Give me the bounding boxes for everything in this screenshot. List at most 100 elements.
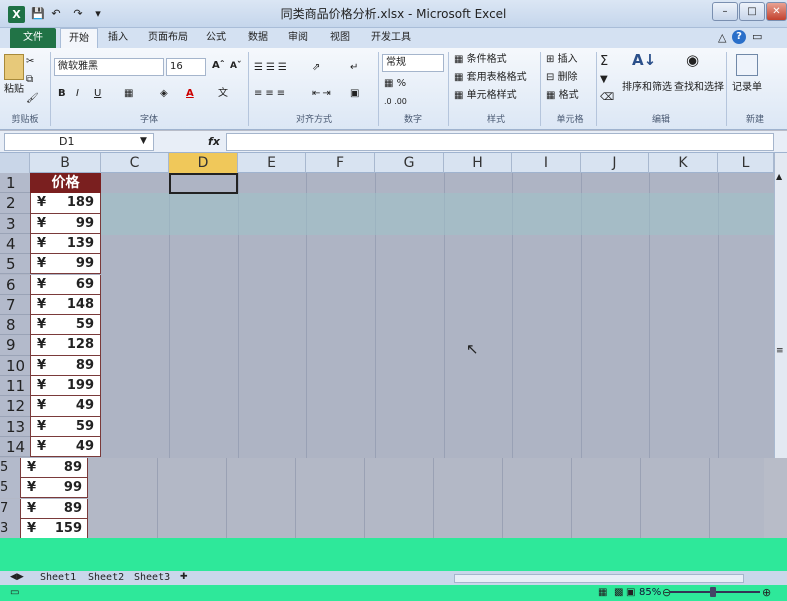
price-cell[interactable]: ¥99 <box>20 478 88 499</box>
tab-view[interactable]: 视图 <box>326 28 354 48</box>
currency-format-icon[interactable]: ▦ % <box>384 76 406 92</box>
bold-icon[interactable]: B <box>58 86 66 102</box>
price-cell[interactable]: ¥59 <box>30 416 101 437</box>
sort-filter-icon[interactable]: A↓ <box>632 52 656 68</box>
format-as-table-button[interactable]: ▦ 套用表格格式 <box>454 70 527 86</box>
sheet-tab-sheet3[interactable]: Sheet3 <box>134 571 170 585</box>
borders-icon[interactable]: ▦ <box>124 86 133 102</box>
grow-font-icon[interactable]: Aˆ <box>212 58 225 74</box>
price-cell[interactable]: ¥148 <box>30 294 101 316</box>
row-header[interactable]: 2 <box>0 193 30 214</box>
shrink-font-icon[interactable]: Aˇ <box>230 58 241 74</box>
page-break-view-icon[interactable]: ▣ <box>626 587 635 598</box>
sort-filter-button[interactable]: 排序和筛选 <box>622 80 672 96</box>
row-header[interactable]: 8 <box>0 315 30 336</box>
conditional-format-button[interactable]: ▦ 条件格式 <box>454 52 507 68</box>
price-cell[interactable]: ¥49 <box>30 436 101 458</box>
row-header[interactable]: 7 <box>0 498 20 519</box>
column-header-f[interactable]: F <box>306 153 375 173</box>
underline-icon[interactable]: U <box>94 86 101 102</box>
insert-cells-button[interactable]: ⊞ 插入 <box>546 52 578 68</box>
price-cell[interactable]: ¥159 <box>20 518 88 539</box>
price-cell[interactable]: ¥99 <box>30 213 101 234</box>
column-header-i[interactable]: I <box>512 153 581 173</box>
paste-button[interactable]: 粘贴 <box>4 82 24 98</box>
price-cell[interactable]: ¥59 <box>30 315 101 336</box>
column-header-c[interactable]: C <box>101 153 169 173</box>
restore-window-icon[interactable]: ▭ <box>752 30 762 43</box>
price-cell[interactable]: ¥89 <box>30 355 101 376</box>
row-header[interactable]: 3 <box>0 213 30 234</box>
page-layout-view-icon[interactable]: ▩ <box>614 587 623 598</box>
delete-cells-button[interactable]: ⊟ 删除 <box>546 70 578 86</box>
row-header[interactable]: 3 <box>0 518 20 539</box>
price-cell[interactable]: ¥199 <box>30 376 101 397</box>
cell-styles-button[interactable]: ▦ 单元格样式 <box>454 88 517 104</box>
phonetic-icon[interactable]: 文 <box>218 86 228 102</box>
row-header[interactable]: 4 <box>0 233 30 255</box>
row-header[interactable]: 7 <box>0 294 30 316</box>
close-button[interactable]: ✕ <box>766 2 787 21</box>
tab-page-layout[interactable]: 页面布局 <box>144 28 192 48</box>
row-header[interactable]: 14 <box>0 436 30 458</box>
row-header[interactable]: 5 <box>0 254 30 275</box>
format-cells-button[interactable]: ▦ 格式 <box>546 88 579 104</box>
name-box[interactable]: D1 <box>4 133 154 151</box>
horizontal-scrollbar[interactable] <box>454 574 744 583</box>
sheet-tab-sheet1[interactable]: Sheet1 <box>40 571 76 585</box>
italic-icon[interactable]: I <box>76 86 79 102</box>
copy-icon[interactable]: ⧉ <box>26 74 33 85</box>
column-header-b[interactable]: B <box>30 153 101 173</box>
price-cell[interactable]: ¥89 <box>20 458 88 478</box>
insert-function-button[interactable]: fx <box>204 133 224 151</box>
tab-home[interactable]: 开始 <box>60 28 98 48</box>
row-header[interactable]: 5 <box>0 478 20 499</box>
row-header[interactable]: 1 <box>0 173 30 194</box>
decimal-icons[interactable]: .0 .00 <box>384 94 407 110</box>
tab-review[interactable]: 审阅 <box>284 28 312 48</box>
row-header[interactable]: 5 <box>0 458 20 478</box>
column-header-h[interactable]: H <box>444 153 512 173</box>
row-header[interactable]: 13 <box>0 416 30 437</box>
select-all-corner[interactable] <box>0 153 30 173</box>
row-header[interactable]: 10 <box>0 355 30 376</box>
fill-color-icon[interactable]: ◈ <box>160 86 168 102</box>
number-format-select[interactable]: 常规 <box>382 54 444 72</box>
zoom-in-icon[interactable]: ⊕ <box>762 586 771 599</box>
align-top-icons[interactable]: ☰☰☰ <box>254 60 290 76</box>
vertical-scrollbar[interactable] <box>774 153 787 458</box>
orientation-icon[interactable]: ⇗ <box>312 60 320 76</box>
format-painter-icon[interactable]: 🖌 <box>26 93 39 104</box>
price-cell[interactable]: ¥99 <box>30 254 101 275</box>
binoculars-icon[interactable]: ◉ <box>686 52 699 68</box>
price-header-cell[interactable]: 价格 <box>30 173 101 194</box>
formula-input[interactable] <box>226 133 774 151</box>
cut-icon[interactable]: ✂ <box>26 56 34 67</box>
font-size-select[interactable]: 16 <box>166 58 206 76</box>
column-header-l[interactable]: L <box>718 153 774 173</box>
autosum-icon[interactable]: Σ <box>600 54 608 70</box>
find-select-button[interactable]: 查找和选择 <box>674 80 724 96</box>
row-header[interactable]: 6 <box>0 274 30 295</box>
form-button[interactable]: 记录单 <box>732 80 762 96</box>
font-name-select[interactable]: 微软雅黑 <box>54 58 164 76</box>
column-header-j[interactable]: J <box>581 153 649 173</box>
sheet-tab-sheet2[interactable]: Sheet2 <box>88 571 124 585</box>
price-cell[interactable]: ¥139 <box>30 233 101 255</box>
maximize-button[interactable]: □ <box>739 2 765 21</box>
price-cell[interactable]: ¥128 <box>30 335 101 356</box>
row-header[interactable]: 9 <box>0 335 30 356</box>
tab-insert[interactable]: 插入 <box>104 28 132 48</box>
row-header[interactable]: 12 <box>0 396 30 417</box>
ribbon-minimize-icon[interactable]: △ <box>718 31 726 44</box>
column-header-d[interactable]: D <box>169 153 238 173</box>
tab-data[interactable]: 数据 <box>244 28 272 48</box>
price-cell[interactable]: ¥69 <box>30 274 101 295</box>
name-box-dropdown-icon[interactable]: ▼ <box>140 136 147 146</box>
insert-sheet-icon[interactable]: ✚ <box>180 572 188 582</box>
form-icon[interactable] <box>736 54 758 76</box>
tab-formulas[interactable]: 公式 <box>202 28 230 48</box>
indent-icons[interactable]: ⇤⇥ <box>312 86 333 102</box>
zoom-level[interactable]: 85% <box>639 586 661 600</box>
price-cell[interactable]: ¥49 <box>30 396 101 417</box>
